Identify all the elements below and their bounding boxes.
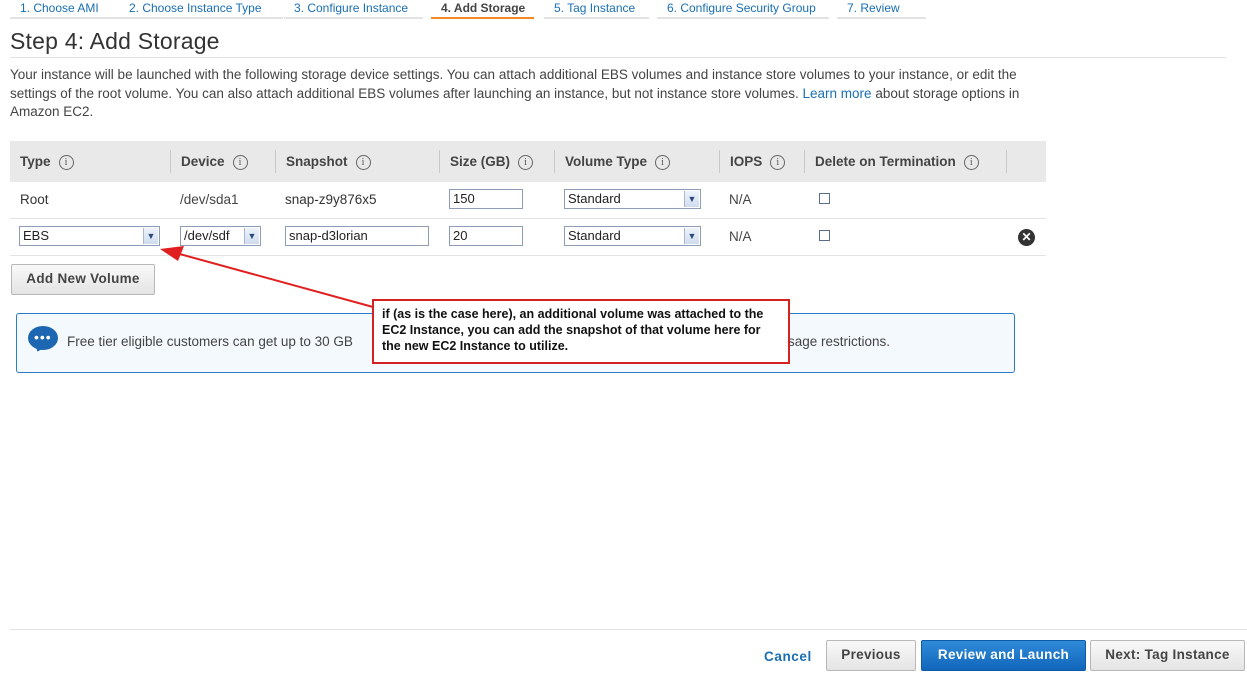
annotation-callout: if (as is the case here), an additional … bbox=[372, 299, 790, 364]
next-tag-instance-button[interactable]: Next: Tag Instance bbox=[1090, 640, 1245, 671]
previous-button[interactable]: Previous bbox=[826, 640, 916, 671]
cancel-button[interactable]: Cancel bbox=[764, 649, 812, 664]
footer-divider bbox=[10, 629, 1247, 630]
review-and-launch-button[interactable]: Review and Launch bbox=[921, 640, 1086, 671]
